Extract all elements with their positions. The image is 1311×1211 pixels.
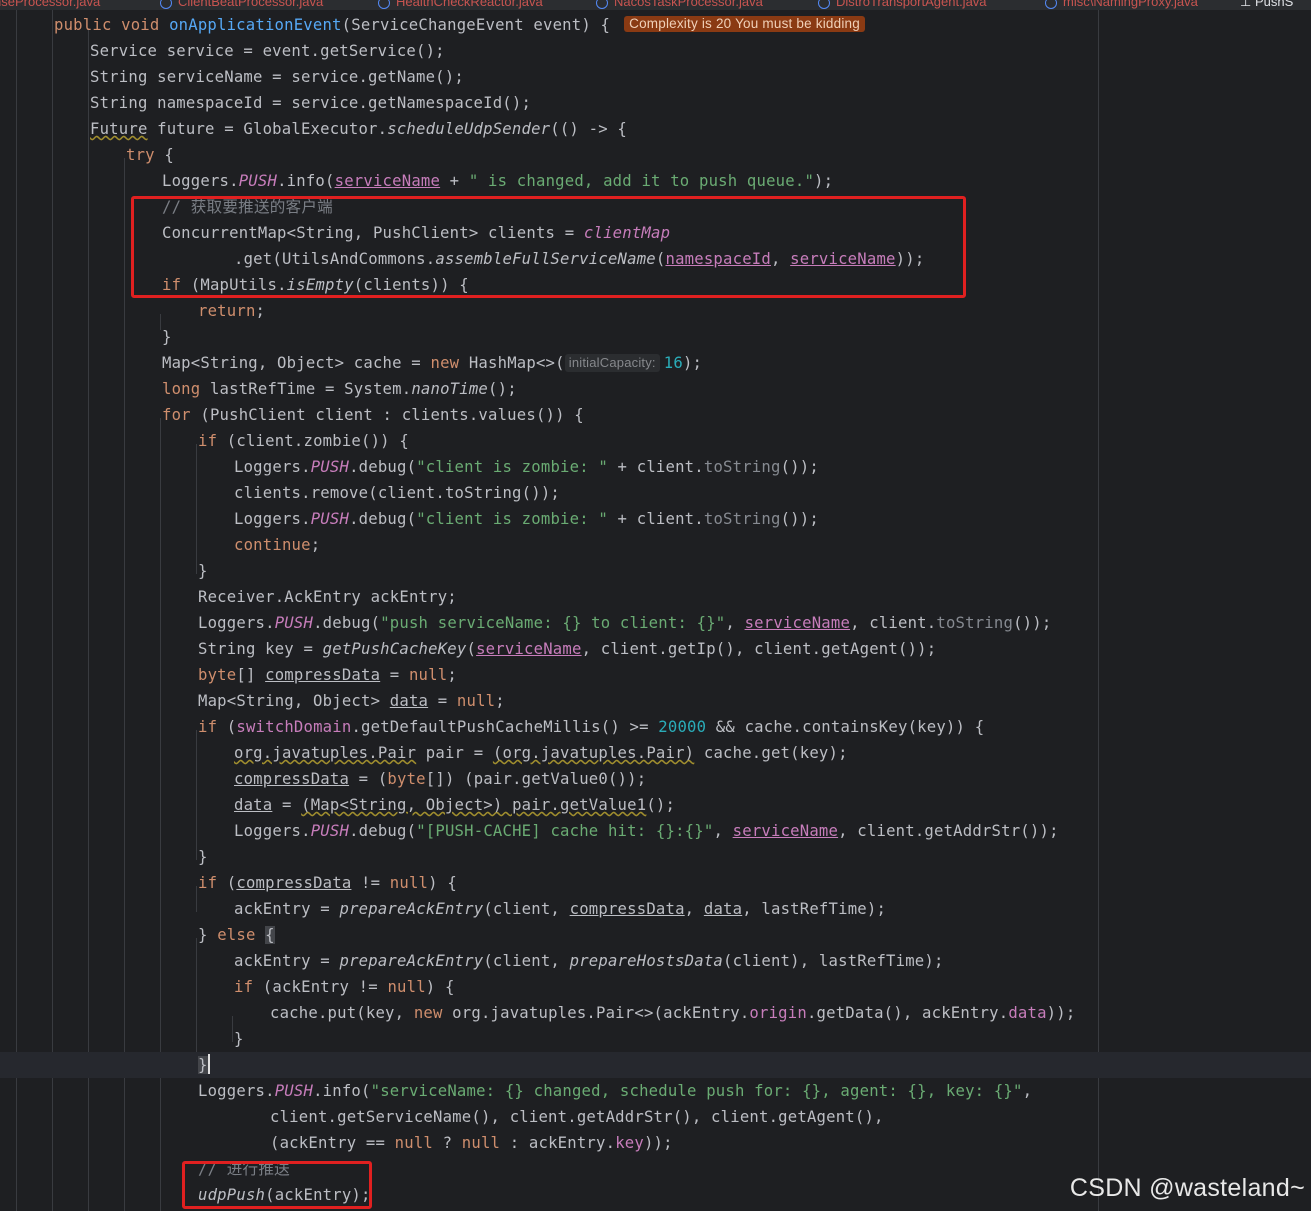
code-line: org.javatuples.Pair pair = (org.javatupl… <box>234 744 848 762</box>
code-line: if (ackEntry != null) { <box>234 978 455 996</box>
tab-naming-proxy[interactable]: misc\NamingProxy.java <box>1045 0 1198 10</box>
code-line: Service service = event.getService(); <box>90 42 445 60</box>
code-line: if (client.zombie()) { <box>198 432 409 450</box>
code-line: public void onApplicationEvent(ServiceCh… <box>54 12 865 38</box>
code-line: String namespaceId = service.getNamespac… <box>90 94 532 112</box>
code-line-current: } <box>0 1052 1311 1078</box>
tab-label: DistroTransportAgent.java <box>836 0 987 9</box>
class-icon <box>818 0 830 9</box>
code-line: Loggers.PUSH.debug("[PUSH-CACHE] cache h… <box>234 822 1059 840</box>
indent-guide <box>196 938 197 1068</box>
code-editor[interactable]: public void onApplicationEvent(ServiceCh… <box>0 10 1311 1211</box>
code-line: byte[] compressData = null; <box>198 666 457 684</box>
tab-push-service[interactable]: ⊥ PushS <box>1240 0 1293 10</box>
tab-client-beat-processor[interactable]: ClientBeatProcessor.java <box>160 0 323 10</box>
code-line: return; <box>198 302 266 320</box>
code-line: Map<String, Object> cache = new HashMap<… <box>162 354 703 372</box>
indent-guide <box>160 418 161 574</box>
bookmark-icon: ⊥ <box>1240 0 1255 9</box>
code-line: String key = getPushCacheKey(serviceName… <box>198 640 937 658</box>
watermark: CSDN @wasteland~ <box>1069 1174 1305 1202</box>
tab-label: PushS <box>1254 0 1294 9</box>
code-line: } <box>162 328 172 346</box>
code-line: Loggers.PUSH.info("serviceName: {} chang… <box>198 1082 1033 1100</box>
tab-label: nseProcessor.java <box>0 0 101 9</box>
parameter-hint: initialCapacity: <box>564 354 660 372</box>
code-line: compressData = (byte[]) (pair.getValue0(… <box>234 770 647 788</box>
interface-icon <box>596 0 608 9</box>
code-line: Receiver.AckEntry ackEntry; <box>198 588 457 606</box>
code-line: if (compressData != null) { <box>198 874 457 892</box>
indent-guide <box>16 10 17 1211</box>
right-margin-guide <box>1098 10 1099 1211</box>
indent-guide <box>88 28 89 1211</box>
code-line: ackEntry = prepareAckEntry(client, prepa… <box>234 952 944 970</box>
indent-guide <box>52 10 53 1211</box>
tab-nacos-task-processor[interactable]: NacosTaskProcessor.java <box>596 0 763 10</box>
code-line: } else { <box>198 926 275 944</box>
code-line: cache.put(key, new org.javatuples.Pair<>… <box>270 1004 1076 1022</box>
code-line: (ackEntry == null ? null : ackEntry.key)… <box>270 1134 673 1152</box>
class-icon <box>1045 0 1057 9</box>
code-line: String serviceName = service.getName(); <box>90 68 464 86</box>
tab-distro-transport-agent[interactable]: DistroTransportAgent.java <box>818 0 987 10</box>
code-line: long lastRefTime = System.nanoTime(); <box>162 380 517 398</box>
indent-guide <box>196 886 197 912</box>
tab-label: misc\NamingProxy.java <box>1063 0 1198 9</box>
code-line: Future future = GlobalExecutor.scheduleU… <box>90 120 627 138</box>
code-line: Loggers.PUSH.debug("push serviceName: {}… <box>198 614 1052 632</box>
tab-response-processor[interactable]: nseProcessor.java <box>0 0 100 10</box>
highlight-box-udp-push <box>182 1161 372 1209</box>
code-line: ackEntry = prepareAckEntry(client, compr… <box>234 900 887 918</box>
code-line: continue; <box>234 536 321 554</box>
tab-label: NacosTaskProcessor.java <box>614 0 763 9</box>
highlight-box-get-clients <box>131 196 966 298</box>
code-line: Loggers.PUSH.info(serviceName + " is cha… <box>162 172 834 190</box>
code-line: if (switchDomain.getDefaultPushCacheMill… <box>198 718 985 736</box>
indent-guide <box>160 574 161 1211</box>
code-line: } <box>234 1030 244 1048</box>
indent-guide <box>196 730 197 860</box>
code-line: try { <box>126 146 174 164</box>
code-line: data = (Map<String, Object>) pair.getVal… <box>234 796 676 814</box>
complexity-badge: Complexity is 20 You must be kidding <box>624 16 865 32</box>
tab-label: HealthCheckReactor.java <box>396 0 543 9</box>
code-line: Map<String, Object> data = null; <box>198 692 505 710</box>
code-line: Loggers.PUSH.debug("client is zombie: " … <box>234 510 819 528</box>
tab-label: ClientBeatProcessor.java <box>178 0 324 9</box>
code-line: for (PushClient client : clients.values(… <box>162 406 584 424</box>
code-line: Loggers.PUSH.debug("client is zombie: " … <box>234 458 819 476</box>
code-line: client.getServiceName(), client.getAddrS… <box>270 1108 884 1126</box>
indent-guide <box>232 1016 233 1042</box>
indent-guide <box>196 444 197 574</box>
text-caret <box>207 1054 210 1074</box>
indent-guide <box>160 314 161 330</box>
class-icon <box>160 0 172 9</box>
class-icon <box>378 0 390 9</box>
code-line: } <box>198 848 208 866</box>
editor-tab-bar: nseProcessor.java ClientBeatProcessor.ja… <box>0 0 1311 10</box>
code-line: clients.remove(client.toString()); <box>234 484 560 502</box>
tab-health-check-reactor[interactable]: HealthCheckReactor.java <box>378 0 543 10</box>
code-line: } <box>198 562 208 580</box>
